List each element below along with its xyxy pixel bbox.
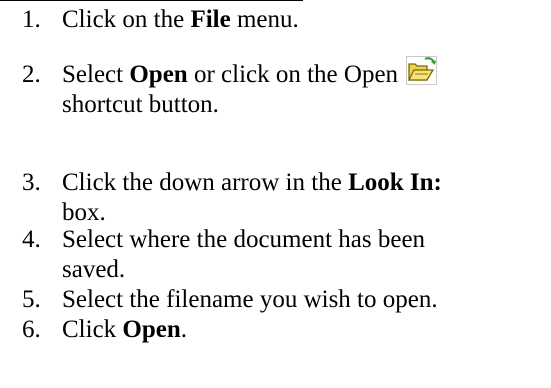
step-text: Click on the [62,6,191,33]
file-menu-term: File [190,6,231,33]
look-in-term: Look In: [348,169,442,196]
step-number: 1. [22,6,41,33]
step-text: saved. [62,256,126,283]
top-divider [0,0,303,1]
open-button-term: Open [122,316,181,343]
step-text: Click [62,316,123,343]
step-text: Select the filename you wish to open. [62,286,438,313]
step-text: menu. [230,6,299,33]
step-text: Click the down arrow in the [62,169,349,196]
step-text: Select [62,61,130,88]
step-text: shortcut button. [62,91,219,118]
step-text: box. [62,199,106,226]
open-command-term: Open [129,61,188,88]
step-number: 4. [22,226,41,253]
step-text: or click on the Open [187,61,399,88]
step-number: 6. [22,316,41,343]
step-number: 5. [22,286,41,313]
open-folder-icon [406,56,438,85]
step-number: 2. [22,61,41,88]
step-text: Select where the document has been [62,226,426,253]
step-number: 3. [22,169,41,196]
step-text: . [180,316,188,343]
